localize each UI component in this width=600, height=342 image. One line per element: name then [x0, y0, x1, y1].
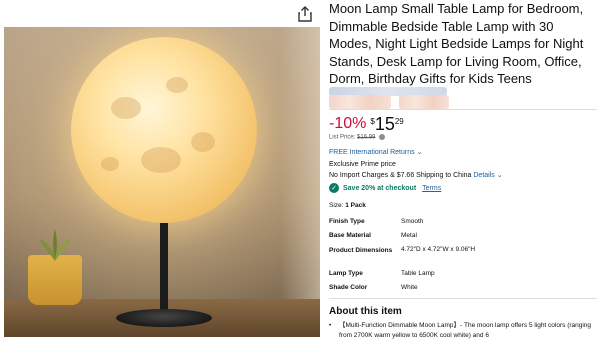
about-heading: About this item [329, 306, 402, 317]
lamp-base [116, 309, 212, 327]
discount-percent: -10% [329, 115, 367, 132]
terms-link[interactable]: Terms [422, 185, 441, 192]
size-value: 1 Pack [345, 202, 366, 209]
divider [329, 298, 597, 299]
plant-icon [40, 229, 70, 261]
spec-value: Smooth [401, 218, 424, 225]
list-price-label: List Price: [329, 134, 356, 141]
spec-value: 4.72"D x 4.72"W x 9.06"H [401, 246, 476, 253]
price-whole: 15 [374, 114, 395, 134]
lamp-stem [160, 223, 168, 315]
product-title: Moon Lamp Small Table Lamp for Bedroom, … [329, 1, 584, 86]
review-count-blurred[interactable] [399, 95, 449, 109]
bullet-dot: • [329, 322, 332, 329]
spec-table: Finish Type Smooth Base Material Metal P… [329, 218, 591, 298]
spec-row: Finish Type Smooth [329, 218, 591, 232]
coupon-row: ✓ Save 20% at checkout Terms [329, 183, 441, 193]
spec-key: Lamp Type [329, 270, 363, 277]
spec-key: Base Material [329, 232, 371, 239]
spec-row: Shade Color White [329, 284, 591, 298]
spec-row: Lamp Type Table Lamp [329, 270, 591, 284]
price-fraction: 29 [394, 117, 404, 126]
spec-row: Product Dimensions 4.72"D x 4.72"W x 9.0… [329, 246, 591, 270]
list-price: List Price: $16.99 [329, 134, 386, 141]
spec-value: Table Lamp [401, 270, 435, 277]
returns-row[interactable]: FREE International Returns ⌄ [329, 148, 422, 158]
moon-lamp-globe [71, 37, 257, 223]
plant-pot [28, 255, 82, 305]
size-line: Size: 1 Pack [329, 202, 366, 209]
divider [329, 109, 597, 110]
info-icon[interactable] [379, 134, 386, 140]
spec-key: Shade Color [329, 284, 368, 291]
rating-blurred[interactable] [329, 95, 391, 109]
product-details: Moon Lamp Small Table Lamp for Bedroom, … [329, 0, 597, 339]
prime-price-text: Exclusive Prime price [329, 161, 396, 168]
check-icon: ✓ [329, 183, 339, 193]
window-light [280, 27, 320, 337]
spec-key: Finish Type [329, 218, 365, 225]
save-text: Save 20% at checkout [343, 184, 417, 192]
import-charges-row: No Import Charges & $7.66 Shipping to Ch… [329, 171, 503, 181]
list-price-value: $16.99 [357, 134, 376, 141]
product-image[interactable] [4, 27, 320, 337]
free-returns-link[interactable]: FREE International Returns [329, 149, 415, 156]
size-label: Size: [329, 202, 344, 209]
spec-key: Product Dimensions [329, 247, 393, 254]
price-block: -10% $ 15 29 [329, 114, 404, 134]
bullet-text: 【Multi-Function Dimmable Moon Lamp】- The… [339, 322, 592, 339]
spec-value: Metal [401, 232, 417, 239]
chevron-down-icon[interactable]: ⌄ [497, 172, 503, 179]
chevron-down-icon[interactable]: ⌄ [417, 149, 423, 156]
details-link[interactable]: Details [473, 172, 494, 179]
import-charges-text: No Import Charges & $7.66 Shipping to Ch… [329, 172, 472, 179]
share-icon[interactable] [296, 5, 314, 23]
about-bullet: • 【Multi-Function Dimmable Moon Lamp】- T… [329, 321, 597, 341]
spec-row: Base Material Metal [329, 232, 591, 246]
spec-value: White [401, 284, 418, 291]
